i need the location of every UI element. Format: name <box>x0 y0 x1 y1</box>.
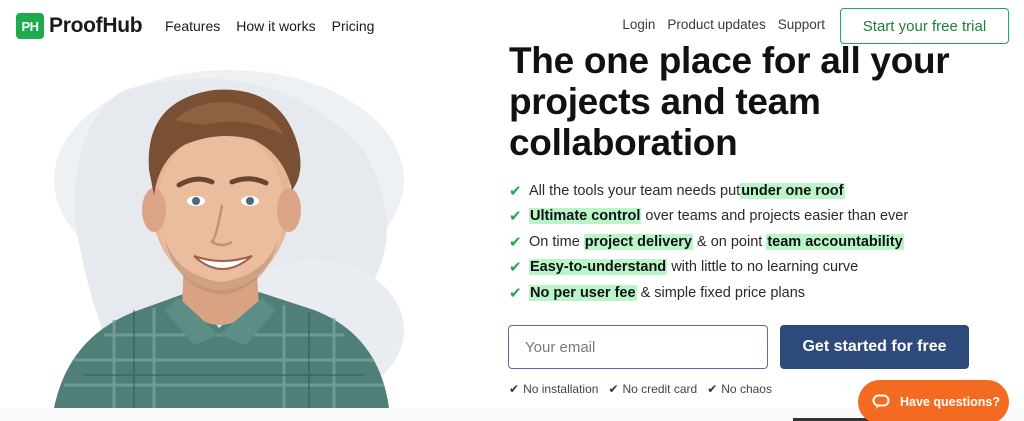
check-icon: ✔ <box>707 382 718 396</box>
assurance-item: ✔ No installation <box>509 382 598 396</box>
logo-badge: PH <box>16 13 44 39</box>
nav-support[interactable]: Support <box>778 17 825 32</box>
check-icon: ✔ <box>509 208 522 226</box>
primary-nav: Features How it works Pricing <box>165 18 390 34</box>
assurance-label: No credit card <box>622 382 698 396</box>
assurance-list: ✔ No installation ✔ No credit card ✔ No … <box>509 382 782 396</box>
assurance-label: No chaos <box>721 382 772 396</box>
proofhub-logo[interactable]: PH ProofHub <box>16 13 143 39</box>
check-icon: ✔ <box>608 382 619 396</box>
check-icon: ✔ <box>509 182 522 200</box>
check-icon: ✔ <box>509 382 520 396</box>
secondary-nav: Login Product updates Support <box>610 17 825 32</box>
feature-item: ✔ All the tools your team needs put unde… <box>509 178 908 204</box>
assurance-item: ✔ No chaos <box>707 382 772 396</box>
hero-headline: The one place for all your projects and … <box>509 40 950 163</box>
get-started-button[interactable]: Get started for free <box>780 325 969 369</box>
feature-highlight: Easy-to-understand <box>529 259 668 276</box>
feature-text: & simple fixed price plans <box>636 284 806 301</box>
feature-text: All the tools your team needs put <box>529 182 741 199</box>
feature-item: ✔ Easy-to-understand with little to no l… <box>509 255 908 281</box>
check-icon: ✔ <box>509 233 522 251</box>
nav-features[interactable]: Features <box>165 18 220 34</box>
check-icon: ✔ <box>509 284 522 302</box>
feature-highlight: under one roof <box>740 182 845 199</box>
feature-highlight: project delivery <box>583 233 693 250</box>
chat-label: Have questions? <box>900 395 1001 409</box>
feature-text: On time <box>529 233 584 250</box>
nav-product-updates[interactable]: Product updates <box>667 17 765 32</box>
feature-highlight: team accountability <box>766 233 904 250</box>
nav-pricing[interactable]: Pricing <box>332 18 375 34</box>
feature-text: over teams and projects easier than ever <box>641 208 909 225</box>
feature-text: & on point <box>692 233 767 250</box>
start-free-trial-button[interactable]: Start your free trial <box>840 8 1009 44</box>
chat-bubble-icon <box>872 394 890 409</box>
feature-item: ✔ On time project delivery & on point te… <box>509 229 908 255</box>
feature-text: with little to no learning curve <box>667 259 859 276</box>
feature-item: ✔ Ultimate control over teams and projec… <box>509 204 908 230</box>
assurance-label: No installation <box>523 382 599 396</box>
chat-widget-button[interactable]: Have questions? <box>858 380 1009 421</box>
email-input[interactable] <box>508 325 768 369</box>
assurance-item: ✔ No credit card <box>608 382 697 396</box>
hero-illustration <box>54 70 404 408</box>
hero-image <box>14 60 404 408</box>
check-icon: ✔ <box>509 259 522 277</box>
nav-login[interactable]: Login <box>622 17 655 32</box>
feature-highlight: No per user fee <box>529 284 637 301</box>
feature-item: ✔ No per user fee & simple fixed price p… <box>509 280 908 306</box>
feature-list: ✔ All the tools your team needs put unde… <box>509 178 908 306</box>
nav-how-it-works[interactable]: How it works <box>236 18 315 34</box>
feature-highlight: Ultimate control <box>529 208 642 225</box>
logo-text: ProofHub <box>49 14 143 37</box>
